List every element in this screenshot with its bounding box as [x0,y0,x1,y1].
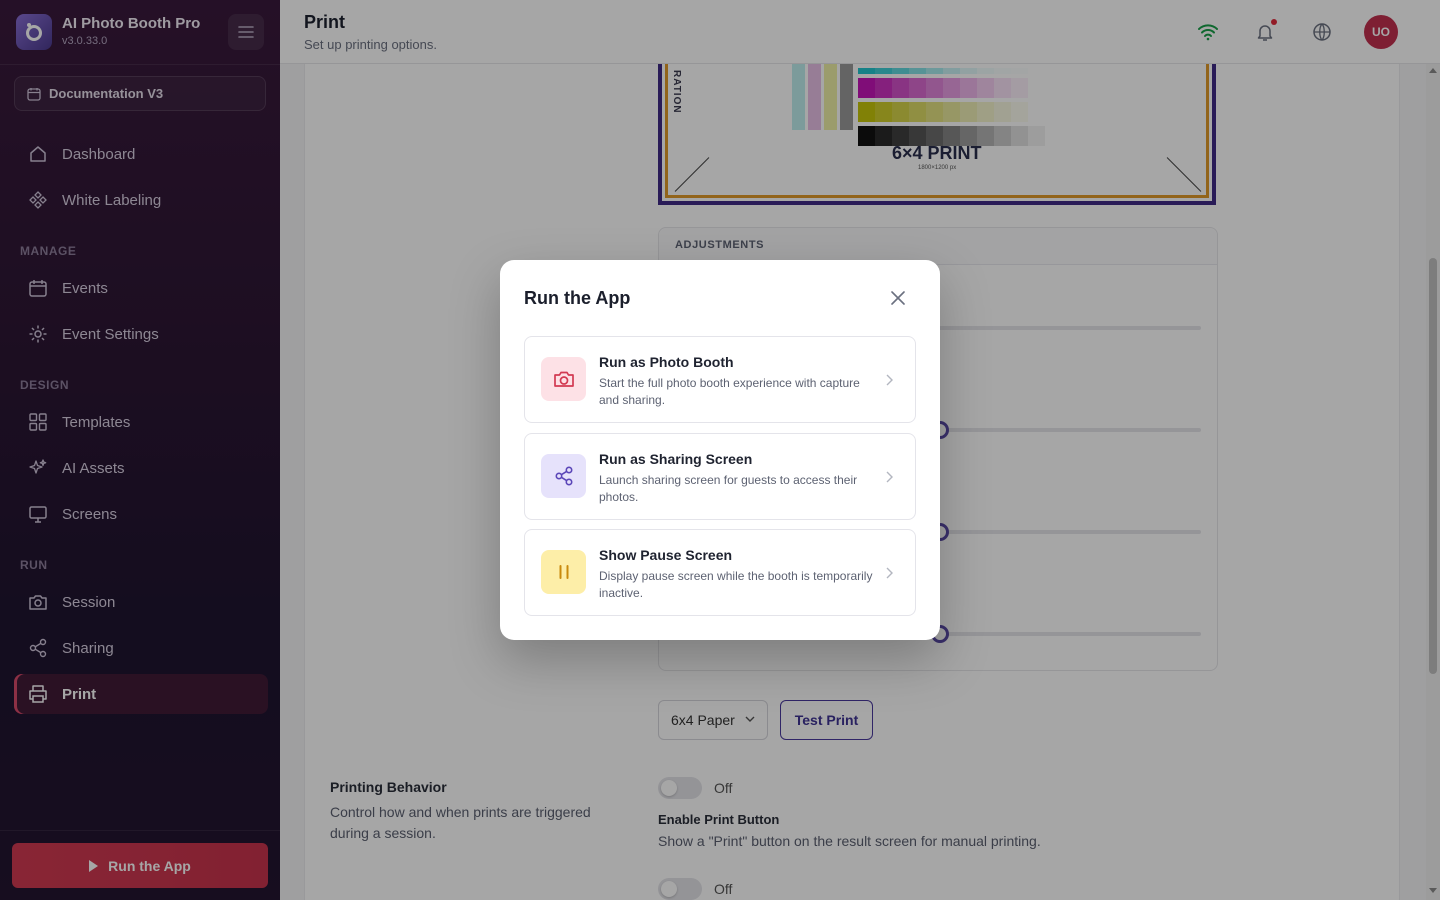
run-photo-booth-option[interactable]: Run as Photo Booth Start the full photo … [524,336,916,423]
share-icon [541,454,586,498]
option-description: Start the full photo booth experience wi… [599,376,860,407]
close-icon [891,291,905,305]
run-sharing-screen-option[interactable]: Run as Sharing Screen Launch sharing scr… [524,433,916,520]
show-pause-screen-option[interactable]: Show Pause Screen Display pause screen w… [524,529,916,616]
modal-title: Run the App [524,288,631,308]
chevron-right-icon [886,567,893,579]
option-description: Launch sharing screen for guests to acce… [599,473,858,504]
option-title: Show Pause Screen [599,547,733,563]
pause-icon [541,550,586,594]
chevron-right-icon [886,471,893,483]
camera-icon [541,357,586,401]
option-description: Display pause screen while the booth is … [599,569,873,600]
run-app-modal: Run the App Run as Photo Booth Start the… [500,260,940,640]
close-button[interactable] [886,286,910,310]
option-title: Run as Sharing Screen [599,451,753,467]
chevron-right-icon [886,374,893,386]
option-title: Run as Photo Booth [599,354,734,370]
